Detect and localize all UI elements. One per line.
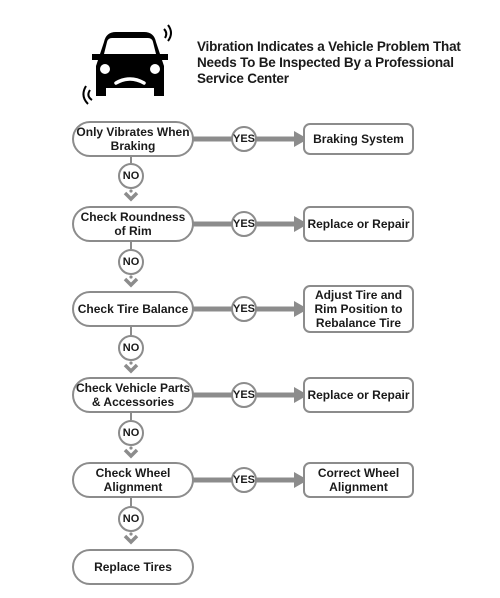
yes-label: YES bbox=[231, 296, 257, 322]
connector-dot bbox=[129, 275, 133, 279]
connector-dot bbox=[129, 189, 133, 193]
chevron-down-icon bbox=[123, 363, 139, 374]
chevron-down-icon bbox=[123, 277, 139, 288]
decision-node: Check Tire Balance bbox=[72, 291, 194, 327]
connector-dot bbox=[129, 361, 133, 365]
connector-dot bbox=[129, 532, 133, 536]
result-node: Adjust Tire and Rim Position to Rebalanc… bbox=[303, 285, 414, 333]
yes-label: YES bbox=[231, 126, 257, 152]
result-node: Braking System bbox=[303, 123, 414, 155]
decision-node: Only Vibrates When Braking bbox=[72, 121, 194, 157]
no-label: NO bbox=[118, 249, 144, 275]
no-label: NO bbox=[118, 163, 144, 189]
chevron-down-icon bbox=[123, 448, 139, 459]
decision-node: Check Wheel Alignment bbox=[72, 462, 194, 498]
final-step-replace-tires: Replace Tires bbox=[72, 549, 194, 585]
yes-label: YES bbox=[231, 467, 257, 493]
yes-label: YES bbox=[231, 211, 257, 237]
chevron-down-icon bbox=[123, 191, 139, 202]
result-node: Replace or Repair bbox=[303, 377, 414, 413]
no-label: NO bbox=[118, 420, 144, 446]
connector-dot bbox=[129, 446, 133, 450]
result-node: Correct Wheel Alignment bbox=[303, 462, 414, 498]
yes-label: YES bbox=[231, 382, 257, 408]
decision-node: Check Vehicle Parts & Accessories bbox=[72, 377, 194, 413]
chevron-down-icon bbox=[123, 534, 139, 545]
no-label: NO bbox=[118, 335, 144, 361]
result-node: Replace or Repair bbox=[303, 206, 414, 242]
decision-node: Check Roundness of Rim bbox=[72, 206, 194, 242]
no-label: NO bbox=[118, 506, 144, 532]
